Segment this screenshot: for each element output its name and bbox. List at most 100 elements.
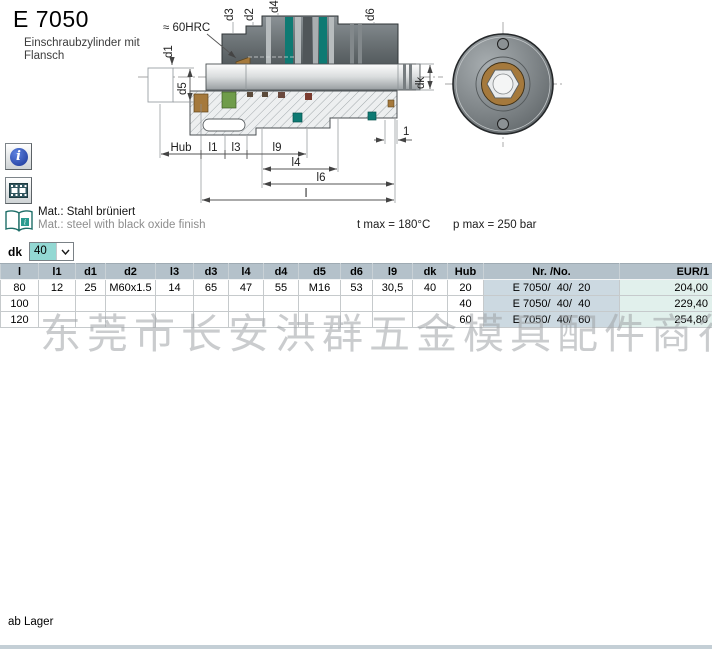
- page: { "header": { "title": "E 7050", "subtit…: [0, 0, 712, 651]
- order-number-cell: E 7050/ 40/ 40: [484, 296, 620, 312]
- dk-select[interactable]: 40: [29, 242, 74, 261]
- value-cell: 47: [229, 280, 264, 296]
- seal-dark-2: [262, 92, 268, 97]
- value-cell: [39, 312, 76, 328]
- dim-label-hub: Hub: [170, 142, 191, 154]
- seal-red: [305, 93, 312, 100]
- table-row: 12060E 7050/ 40/ 60254,80: [1, 312, 712, 328]
- column-header-d1: d1: [76, 264, 106, 280]
- value-cell: [264, 312, 299, 328]
- video-button[interactable]: [5, 177, 32, 204]
- page-subtitle: Einschraubzylinder mit Flansch: [24, 37, 140, 63]
- info-icon: i: [10, 148, 28, 166]
- value-cell: [194, 312, 229, 328]
- value-cell: [341, 312, 373, 328]
- value-cell: [413, 296, 448, 312]
- dk-dropdown-button[interactable]: [56, 243, 73, 260]
- material-info: Mat.: Stahl brüniert Mat.: steel with bl…: [38, 206, 205, 232]
- value-cell: 12: [39, 280, 76, 296]
- column-header-d5: d5: [299, 264, 341, 280]
- value-cell: 40: [448, 296, 484, 312]
- column-header-l3: l3: [156, 264, 194, 280]
- technical-drawing: ≈ 60HRC d3 d2 d4 f7 d6 d1 d5 dk 1 Hub l1…: [0, 0, 712, 232]
- seal-bronze-right: [388, 100, 394, 107]
- dim-label-one: 1: [403, 126, 409, 138]
- value-cell: [156, 296, 194, 312]
- value-cell: 55: [264, 280, 299, 296]
- column-header-d2: d2: [106, 264, 156, 280]
- value-cell: [106, 296, 156, 312]
- dk-select-label: dk: [8, 245, 22, 259]
- svg-text:i: i: [23, 219, 25, 227]
- rod-ring-2: [409, 64, 412, 90]
- table-row: 100 40E 7050/ 40/ 40229,40: [1, 296, 712, 312]
- value-cell: [156, 312, 194, 328]
- value-cell: 120: [1, 312, 39, 328]
- dim-label-l: l: [305, 188, 308, 200]
- value-cell: [76, 296, 106, 312]
- rod-center-circle: [493, 74, 513, 94]
- subtitle-line-1: Einschraubzylinder mit: [24, 37, 140, 50]
- column-header-eur1: EUR/1: [620, 264, 712, 280]
- piston-rod: [206, 64, 420, 90]
- value-cell: [76, 312, 106, 328]
- dim-label-dk: dk: [415, 77, 427, 89]
- seal-dark-3: [278, 92, 285, 98]
- rod-ring-1: [403, 64, 406, 90]
- column-header-l4: l4: [229, 264, 264, 280]
- value-cell: [373, 296, 413, 312]
- value-cell: M16: [299, 280, 341, 296]
- value-cell: [106, 312, 156, 328]
- value-cell: [299, 312, 341, 328]
- oring-teal-1: [293, 113, 302, 122]
- value-cell: 60: [448, 312, 484, 328]
- value-cell: [229, 312, 264, 328]
- price-cell: 229,40: [620, 296, 712, 312]
- column-header-d4: d4: [264, 264, 299, 280]
- column-header-hub: Hub: [448, 264, 484, 280]
- dim-label-d1: d1: [163, 45, 175, 58]
- value-cell: [413, 312, 448, 328]
- price-cell: 204,00: [620, 280, 712, 296]
- dim-label-d2: d2: [244, 8, 256, 21]
- value-cell: 100: [1, 296, 39, 312]
- dim-label-l1: l1: [209, 142, 218, 154]
- order-number-cell: E 7050/ 40/ 60: [484, 312, 620, 328]
- value-cell: [299, 296, 341, 312]
- seal-dark-1: [247, 92, 253, 97]
- value-cell: [341, 296, 373, 312]
- order-number-cell: E 7050/ 40/ 20: [484, 280, 620, 296]
- dim-label-l9: l9: [273, 142, 282, 154]
- value-cell: M60x1.5: [106, 280, 156, 296]
- oil-port: [203, 119, 245, 131]
- column-header-l9: l9: [373, 264, 413, 280]
- dim-label-d4: d4 f7: [269, 0, 281, 13]
- column-header-dk: dk: [413, 264, 448, 280]
- value-cell: [229, 296, 264, 312]
- dim-label-l4: l4: [292, 157, 302, 169]
- value-cell: 53: [341, 280, 373, 296]
- value-cell: [39, 296, 76, 312]
- seal-green: [222, 92, 236, 108]
- catalog-book-icon: i: [4, 209, 34, 235]
- dim-label-l6: l6: [317, 172, 326, 184]
- horizontal-scrollbar[interactable]: [0, 645, 712, 649]
- t-max-value: t max = 180°C: [357, 219, 430, 231]
- value-cell: [194, 296, 229, 312]
- hardness-label: ≈ 60HRC: [163, 22, 210, 34]
- subtitle-line-2: Flansch: [24, 50, 140, 63]
- material-de: Mat.: Stahl brüniert: [38, 206, 205, 219]
- dim-label-d6: d6: [365, 8, 377, 21]
- front-view: [445, 22, 562, 147]
- column-header-d6: d6: [341, 264, 373, 280]
- table-header-row: ll1d1d2l3d3l4d4d5d6l9dkHubNr. /No.EUR/1: [1, 264, 712, 280]
- column-header-nrno: Nr. /No.: [484, 264, 620, 280]
- column-header-l1: l1: [39, 264, 76, 280]
- value-cell: 14: [156, 280, 194, 296]
- info-button[interactable]: i: [5, 143, 32, 170]
- value-cell: 20: [448, 280, 484, 296]
- catalog-button[interactable]: i: [3, 209, 34, 236]
- page-title: E 7050: [13, 6, 89, 33]
- oring-teal-2: [368, 112, 376, 120]
- table-row: 801225M60x1.514654755M165330,54020E 7050…: [1, 280, 712, 296]
